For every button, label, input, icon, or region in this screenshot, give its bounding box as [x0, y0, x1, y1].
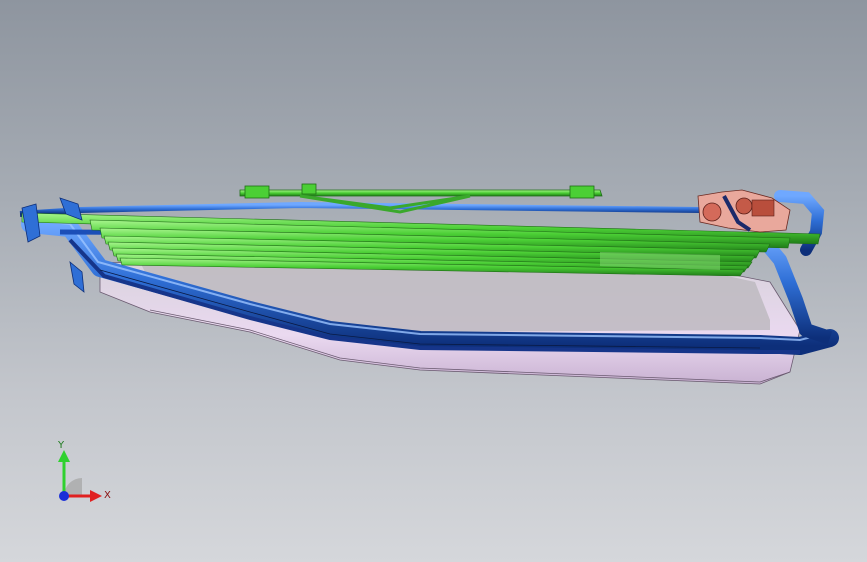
- rail-block-mid: [301, 183, 317, 195]
- y-axis-arrow: [58, 450, 70, 462]
- y-axis-label: Y: [57, 440, 65, 451]
- rail-block-right: [569, 185, 595, 199]
- axis-triad: Y X: [57, 440, 111, 502]
- rail-block-left: [244, 185, 270, 199]
- z-axis-dot: [59, 491, 69, 501]
- graphics-area[interactable]: Y X: [0, 0, 867, 562]
- left-end-caps: [21, 203, 41, 243]
- cad-model[interactable]: [0, 0, 867, 562]
- x-axis-arrow: [90, 490, 102, 502]
- x-axis-label: X: [104, 490, 111, 501]
- top-guide-rail: [239, 189, 603, 197]
